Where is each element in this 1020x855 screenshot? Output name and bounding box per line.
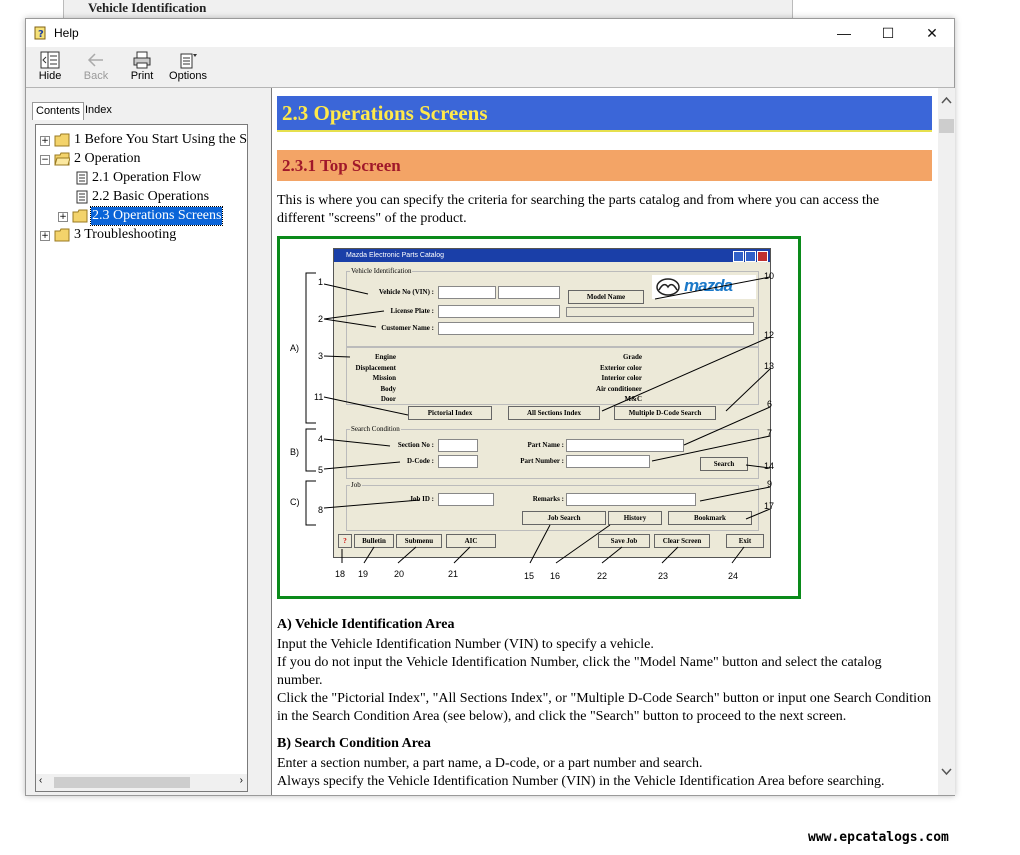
callout-8: 8 [318, 505, 324, 515]
collapse-toggle-2[interactable]: − [40, 155, 50, 165]
expand-toggle-23[interactable]: + [58, 212, 68, 222]
hide-label: Hide [38, 70, 62, 82]
tree-node-operation-flow[interactable]: 2.1 Operation Flow [92, 169, 201, 187]
page-icon [76, 190, 88, 204]
vertical-scrollbar[interactable] [938, 88, 955, 795]
callout-19: 19 [358, 569, 369, 579]
expand-toggle-1[interactable]: + [40, 136, 50, 146]
callout-12: 12 [764, 330, 775, 340]
back-arrow-icon [87, 53, 103, 67]
tab-contents-label: Contents [36, 105, 81, 117]
scroll-right-icon[interactable]: › [240, 775, 243, 786]
folder-icon [54, 228, 70, 242]
subsection-heading: 2.3.1 Top Screen [282, 156, 401, 175]
minimize-button[interactable]: — [822, 19, 866, 47]
callout-6: 6 [767, 399, 773, 409]
scroll-up-icon[interactable] [941, 96, 952, 104]
callout-18: 18 [335, 569, 346, 579]
vertical-scroll-thumb[interactable] [939, 119, 954, 133]
tab-index[interactable]: Index [82, 102, 115, 119]
tree-node-troubleshooting[interactable]: 3 Troubleshooting [74, 226, 176, 244]
callout-1: 1 [318, 277, 324, 287]
watermark: www.epcatalogs.com [808, 830, 949, 845]
callout-14: 14 [764, 461, 775, 471]
section-a-paragraph-1: Input the Vehicle Identification Number … [277, 637, 654, 652]
callout-15: 15 [524, 571, 535, 581]
svg-text:?: ? [38, 29, 44, 40]
maximize-button[interactable]: ☐ [866, 19, 910, 47]
pane-splitter[interactable] [255, 88, 259, 795]
section-a-title: A) Vehicle Identification Area [277, 617, 455, 632]
callout-13: 13 [764, 361, 775, 371]
section-a-paragraph-2: If you do not input the Vehicle Identifi… [277, 655, 882, 688]
back-button[interactable]: Back [74, 49, 118, 85]
horizontal-scrollbar[interactable]: ‹ › [36, 774, 247, 791]
expand-toggle-3[interactable]: + [40, 231, 50, 241]
background-window-title: Vehicle Identification [88, 0, 207, 15]
options-icon [180, 53, 197, 69]
close-button[interactable]: ✕ [910, 19, 954, 47]
callout-10: 10 [764, 271, 775, 281]
print-button[interactable]: Print [120, 49, 164, 85]
section-a-paragraph-3: Click the "Pictorial Index", "All Sectio… [277, 691, 932, 724]
area-c-label: C) [290, 497, 300, 507]
callout-20: 20 [394, 569, 405, 579]
horizontal-scroll-thumb[interactable] [54, 777, 190, 788]
print-label: Print [130, 70, 154, 82]
page-icon [76, 171, 88, 185]
printer-icon [133, 51, 151, 69]
callout-3: 3 [318, 351, 324, 361]
section-heading-bar: 2.3 Operations Screens [277, 96, 932, 132]
section-heading: 2.3 Operations Screens [282, 101, 488, 125]
section-b-paragraph-2: Always specify the Vehicle Identificatio… [277, 774, 885, 789]
section-b-paragraph-1: Enter a section number, a part name, a D… [277, 756, 703, 771]
callout-23: 23 [658, 571, 669, 581]
help-app-icon: ? [34, 26, 46, 40]
window-title: Help [54, 26, 79, 40]
options-label: Options [169, 70, 207, 82]
tab-index-label: Index [85, 104, 112, 116]
tree-node-before-you-start[interactable]: 1 Before You Start Using the S [74, 131, 247, 149]
tree-node-operation[interactable]: 2 Operation [74, 150, 140, 168]
topic-content-pane: 2.3 Operations Screens 2.3.1 Top Screen … [271, 88, 955, 795]
callout-lines [305, 272, 771, 564]
callout-9: 9 [767, 479, 773, 489]
help-window: ? Help — ☐ ✕ Hide Back Print Options Con… [25, 18, 955, 796]
callout-16: 16 [550, 571, 561, 581]
toolbar: Hide Back Print Options [26, 47, 954, 88]
callout-11: 11 [314, 392, 324, 402]
scroll-left-icon[interactable]: ‹ [39, 775, 42, 786]
callout-5: 5 [318, 465, 324, 475]
callout-4: 4 [318, 434, 324, 444]
tab-contents[interactable]: Contents [32, 102, 84, 120]
tree-node-basic-operations[interactable]: 2.2 Basic Operations [92, 188, 209, 206]
hide-icon [40, 51, 60, 69]
folder-icon [54, 133, 70, 147]
options-button[interactable]: Options [166, 49, 210, 85]
back-label: Back [83, 70, 109, 82]
callout-21: 21 [448, 569, 459, 579]
section-b-title: B) Search Condition Area [277, 736, 431, 751]
folder-icon [72, 209, 88, 223]
callout-7: 7 [767, 428, 773, 438]
contents-tree: + 1 Before You Start Using the S − 2 Ope… [35, 124, 248, 792]
subsection-heading-bar: 2.3.1 Top Screen [277, 150, 932, 181]
scroll-down-icon[interactable] [941, 768, 952, 776]
area-b-label: B) [290, 447, 299, 457]
callout-22: 22 [597, 571, 608, 581]
tree-node-operations-screens[interactable]: 2.3 Operations Screens [89, 206, 224, 226]
open-folder-icon [54, 152, 70, 166]
callout-17: 17 [764, 501, 775, 511]
navigation-pane: Contents Index + 1 Before You Start Usin… [26, 88, 254, 795]
callout-2: 2 [318, 314, 324, 324]
top-screen-figure: Mazda Electronic Parts Catalog Vehicle I… [277, 236, 801, 599]
title-bar[interactable]: ? Help — ☐ ✕ [26, 19, 954, 47]
area-a-label: A) [290, 343, 299, 353]
intro-paragraph: This is where you can specify the criter… [277, 193, 880, 226]
hide-button[interactable]: Hide [28, 49, 72, 85]
callout-24: 24 [728, 571, 739, 581]
